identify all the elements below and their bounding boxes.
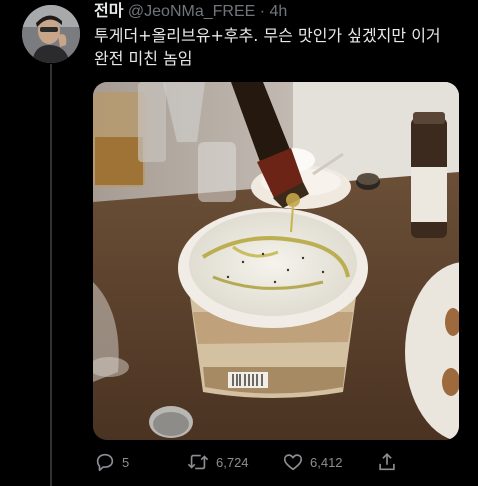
photo-image <box>93 82 459 440</box>
retweet-button[interactable]: 6,724 <box>186 449 249 475</box>
avatar-image <box>22 5 80 63</box>
share-button[interactable] <box>376 449 398 475</box>
tweet-header: 전마 @JeoNMa_FREE · 4h <box>94 2 287 22</box>
tweet-text-line-2: 완전 미친 놈임 <box>94 49 193 68</box>
like-count: 6,412 <box>310 454 343 470</box>
retweet-icon <box>187 454 209 470</box>
share-icon <box>379 453 395 471</box>
tweet-actions: 5 6,724 6,412 <box>94 449 474 475</box>
tweet-text-line-1: 투게더+올리브유+후추. 무슨 맛인가 싶겠지만 이거 <box>94 26 441 45</box>
timestamp[interactable]: 4h <box>270 3 288 20</box>
reply-icon <box>96 453 114 472</box>
separator-dot: · <box>259 3 266 20</box>
tweet-photo[interactable] <box>93 82 459 440</box>
retweet-count: 6,724 <box>216 454 249 470</box>
author-handle[interactable]: @JeoNMa_FREE <box>128 3 255 20</box>
like-button[interactable]: 6,412 <box>282 449 343 475</box>
heart-icon <box>283 454 303 471</box>
tweet-text: 투게더+올리브유+후추. 무슨 맛인가 싶겠지만 이거 완전 미친 놈임 <box>94 24 466 70</box>
author-name[interactable]: 전마 <box>94 3 123 20</box>
thread-line <box>50 64 52 486</box>
reply-count: 5 <box>122 454 130 470</box>
reply-button[interactable]: 5 <box>94 449 129 475</box>
avatar[interactable] <box>22 5 80 63</box>
